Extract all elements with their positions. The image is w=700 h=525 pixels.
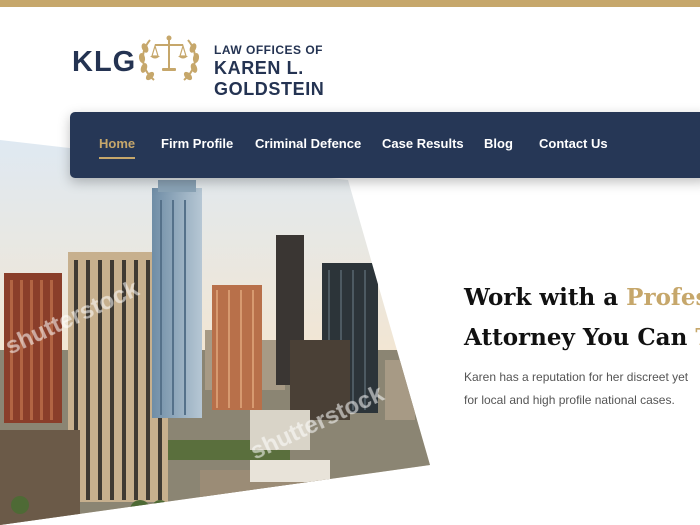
site-logo[interactable]: KLG LAW OFFICES OF KAREN L. GOLDSTEIN [72,28,412,99]
logo-monogram: KLG [72,46,137,78]
main-navigation: Home Firm Profile Criminal Defence Case … [70,112,700,178]
nav-item-home[interactable]: Home [99,136,136,159]
hero-heading-line1: Work with a Profess [464,284,700,311]
hero-heading: Work with a Profess Attorney You Can T [464,278,700,358]
nav-item-criminal-defence[interactable]: Criminal Defence [255,136,361,151]
scales-of-justice-icon [138,35,200,81]
nav-item-case-results[interactable]: Case Results [382,136,464,151]
nav-item-blog[interactable]: Blog [484,136,513,151]
nav-item-firm-profile[interactable]: Firm Profile [161,136,233,151]
nav-item-label: Home [99,136,136,151]
nav-item-contact-us[interactable]: Contact Us [539,136,608,151]
hero-heading-line2: Attorney You Can T [464,324,700,351]
logo-tagline: LAW OFFICES OF [214,43,323,57]
active-indicator [99,157,136,159]
hero-skyline-image: shutterstock shutterstock [0,140,430,525]
logo-name: KAREN L. GOLDSTEIN [214,58,325,99]
top-accent-bar [0,0,700,7]
hero-description: Karen has a reputation for her discreet … [464,370,689,407]
